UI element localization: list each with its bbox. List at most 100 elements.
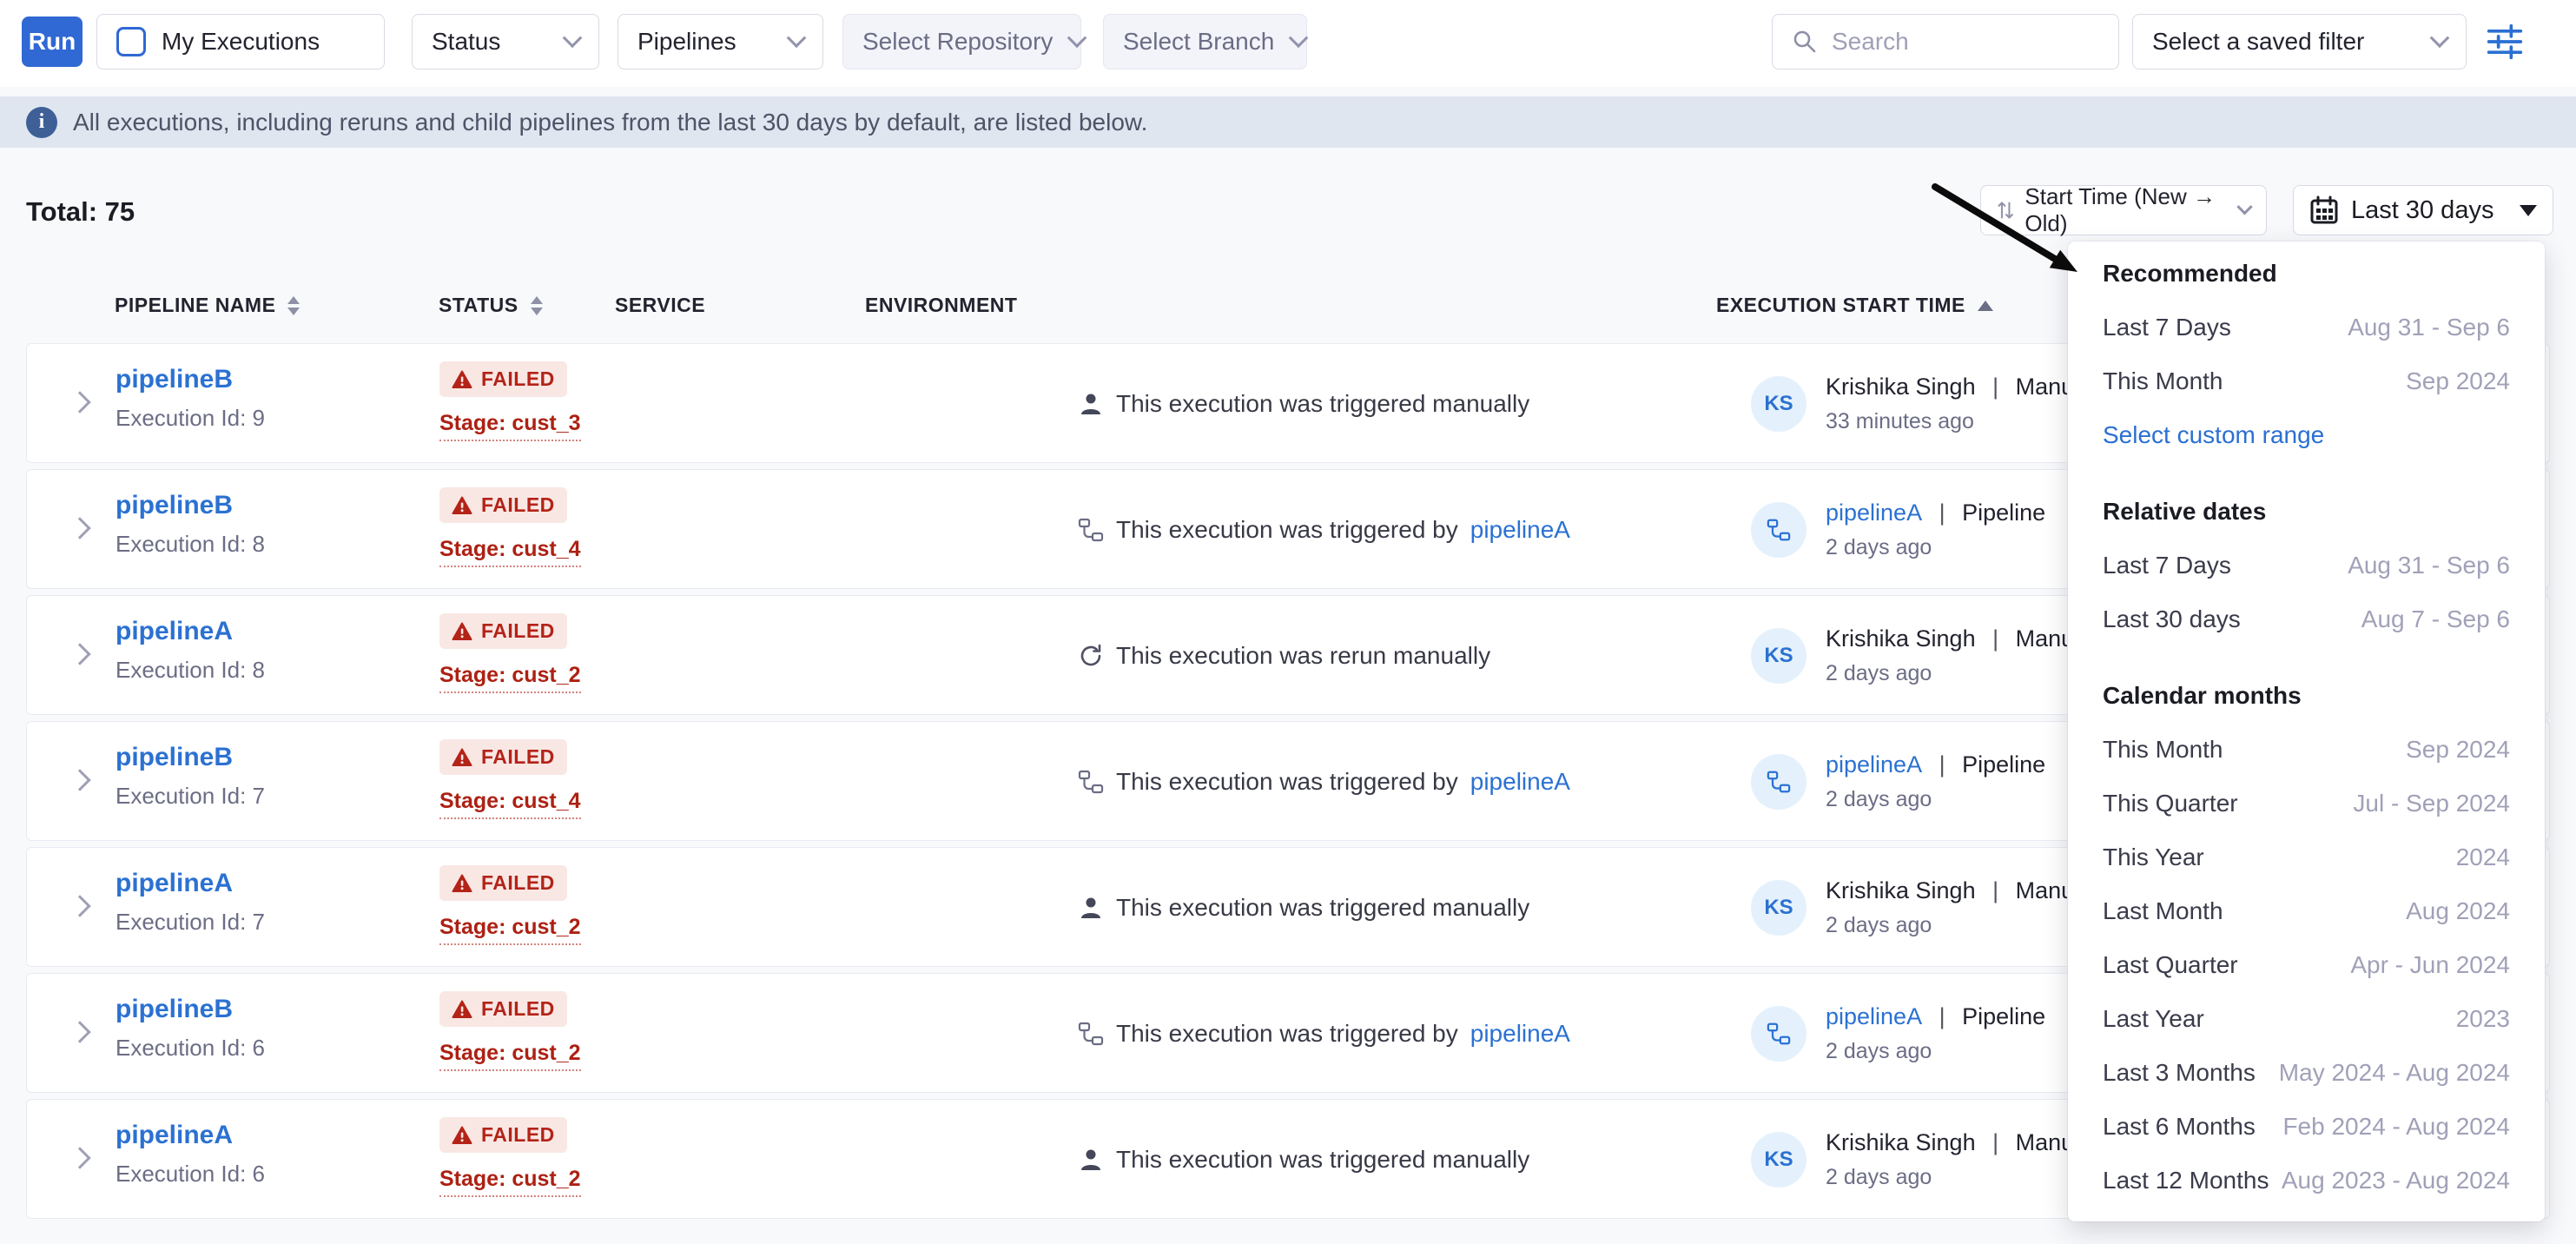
pipelines-filter-select[interactable]: Pipelines: [618, 14, 823, 69]
date-range-option[interactable]: This MonthSep 2024: [2068, 354, 2545, 408]
custom-range-link[interactable]: Select custom range: [2103, 421, 2324, 449]
option-label[interactable]: Last 3 Months: [2103, 1059, 2256, 1087]
trigger-pipeline-link[interactable]: pipelineA: [1470, 516, 1570, 544]
date-range-option[interactable]: Last 7 DaysAug 31 - Sep 6: [2068, 301, 2545, 354]
avatar: [1751, 502, 1807, 558]
option-label[interactable]: This Month: [2103, 367, 2223, 395]
failed-stage-link[interactable]: Stage: cust_2: [439, 663, 581, 693]
date-range-option[interactable]: Last Year2023: [2068, 992, 2545, 1046]
failed-stage-link[interactable]: Stage: cust_2: [439, 1041, 581, 1071]
option-label[interactable]: This Year: [2103, 844, 2204, 871]
option-date-range: Sep 2024: [2406, 736, 2510, 764]
date-range-option[interactable]: Last MonthAug 2024: [2068, 884, 2545, 938]
date-range-button[interactable]: Last 30 days: [2293, 185, 2553, 235]
option-label[interactable]: This Quarter: [2103, 790, 2238, 817]
my-executions-toggle[interactable]: My Executions: [96, 14, 385, 69]
pipeline-link[interactable]: pipelineB: [116, 995, 233, 1023]
branch-filter-select[interactable]: Select Branch: [1103, 14, 1307, 69]
option-label[interactable]: Last Year: [2103, 1005, 2204, 1033]
trigger-message: This execution was rerun manually: [1116, 642, 1490, 670]
separator: |: [1932, 751, 1952, 778]
col-execution-start-time[interactable]: EXECUTION START TIME: [1716, 294, 1965, 317]
failed-stage-link[interactable]: Stage: cust_4: [439, 789, 581, 819]
expand-chevron-icon[interactable]: [69, 895, 90, 916]
expand-chevron-icon[interactable]: [69, 1147, 90, 1168]
warning-triangle-icon: [452, 1000, 472, 1019]
pipeline-link[interactable]: pipelineB: [116, 743, 233, 771]
option-label[interactable]: Last Month: [2103, 897, 2223, 925]
status-filter-label: Status: [432, 28, 548, 56]
avatar-initials: KS: [1764, 1148, 1793, 1172]
search-input[interactable]: [1832, 28, 2084, 56]
pipeline-link[interactable]: pipelineA: [116, 1121, 233, 1149]
col-environment: ENVIRONMENT: [865, 294, 1017, 317]
option-label[interactable]: This Month: [2103, 736, 2223, 764]
start-time: 2 days ago: [1826, 535, 2045, 560]
pipeline-link[interactable]: pipelineA: [116, 869, 233, 897]
avatar: KS: [1751, 880, 1807, 936]
pipeline-link[interactable]: pipelineB: [116, 491, 233, 519]
status-label: FAILED: [481, 997, 555, 1021]
saved-filter-select[interactable]: Select a saved filter: [2132, 14, 2467, 69]
filter-settings-icon[interactable]: [2486, 23, 2524, 61]
date-range-option[interactable]: This QuarterJul - Sep 2024: [2068, 777, 2545, 830]
info-banner-text: All executions, including reruns and chi…: [73, 109, 1147, 136]
chevron-down-icon: [1289, 28, 1309, 48]
trigger-pipeline-link[interactable]: pipelineA: [1470, 768, 1570, 796]
actor-name[interactable]: pipelineA: [1826, 1003, 1922, 1029]
date-range-option[interactable]: Last 30 daysAug 7 - Sep 6: [2068, 592, 2545, 646]
date-range-option[interactable]: Select custom range: [2068, 408, 2545, 462]
sort-toggle-icon[interactable]: [531, 296, 543, 315]
actor-name[interactable]: pipelineA: [1826, 500, 1922, 526]
expand-chevron-icon[interactable]: [69, 769, 90, 791]
pipeline-link[interactable]: pipelineA: [116, 617, 233, 645]
failed-stage-link[interactable]: Stage: cust_4: [439, 537, 581, 567]
failed-stage-link[interactable]: Stage: cust_2: [439, 1167, 581, 1197]
status-filter-select[interactable]: Status: [412, 14, 599, 69]
expand-chevron-icon[interactable]: [69, 1021, 90, 1042]
failed-stage-link[interactable]: Stage: cust_3: [439, 411, 581, 441]
date-range-option[interactable]: This Month Sep 2024: [2068, 723, 2545, 777]
expand-chevron-icon[interactable]: [69, 517, 90, 539]
failed-stage-link[interactable]: Stage: cust_2: [439, 915, 581, 945]
status-label: FAILED: [481, 493, 555, 517]
sort-select[interactable]: Start Time (New → Old): [1980, 185, 2267, 235]
trigger-pipeline-link[interactable]: pipelineA: [1470, 1020, 1570, 1048]
pipeline-trigger-icon: [1078, 517, 1104, 543]
warning-triangle-icon: [452, 748, 472, 767]
option-label[interactable]: Last Quarter: [2103, 951, 2238, 979]
pipeline-link[interactable]: pipelineB: [116, 365, 233, 394]
trigger-message: This execution was triggered manually: [1116, 1146, 1529, 1174]
avatar: KS: [1751, 376, 1807, 432]
sort-ascending-icon: [1978, 301, 1993, 311]
repository-filter-select[interactable]: Select Repository: [842, 14, 1081, 69]
expand-chevron-icon[interactable]: [69, 643, 90, 665]
separator: |: [1986, 1129, 2005, 1155]
date-range-option[interactable]: Last 12 MonthsAug 2023 - Aug 2024: [2068, 1154, 2545, 1208]
date-range-option[interactable]: Last 7 DaysAug 31 - Sep 6: [2068, 539, 2545, 592]
separator: |: [1932, 500, 1952, 526]
option-label[interactable]: Last 12 Months: [2103, 1167, 2269, 1194]
date-range-option[interactable]: Last 6 MonthsFeb 2024 - Aug 2024: [2068, 1100, 2545, 1154]
search-field[interactable]: [1772, 14, 2119, 69]
col-pipeline-name[interactable]: PIPELINE NAME: [115, 294, 275, 317]
date-range-option[interactable]: Last 3 MonthsMay 2024 - Aug 2024: [2068, 1046, 2545, 1100]
actor-name[interactable]: pipelineA: [1826, 751, 1922, 778]
date-range-option[interactable]: This Year2024: [2068, 830, 2545, 884]
option-label[interactable]: Last 7 Days: [2103, 552, 2231, 579]
option-label[interactable]: Last 30 days: [2103, 605, 2241, 633]
my-executions-checkbox[interactable]: [116, 27, 146, 56]
option-label[interactable]: Last 7 Days: [2103, 314, 2231, 341]
trigger-type: Pipeline: [1962, 1003, 2045, 1029]
warning-triangle-icon: [452, 1126, 472, 1145]
status-badge: FAILED: [439, 361, 567, 397]
run-button[interactable]: Run: [22, 17, 83, 67]
top-toolbar: Run My Executions Status Pipelines Selec…: [0, 0, 2576, 87]
sort-toggle-icon[interactable]: [287, 296, 300, 315]
date-range-option[interactable]: Last QuarterApr - Jun 2024: [2068, 938, 2545, 992]
option-label[interactable]: Last 6 Months: [2103, 1113, 2256, 1141]
expand-chevron-icon[interactable]: [69, 391, 90, 413]
pipeline-avatar-icon: [1767, 518, 1791, 542]
date-range-label: Last 30 days: [2351, 196, 2493, 225]
col-status[interactable]: STATUS: [439, 294, 519, 317]
